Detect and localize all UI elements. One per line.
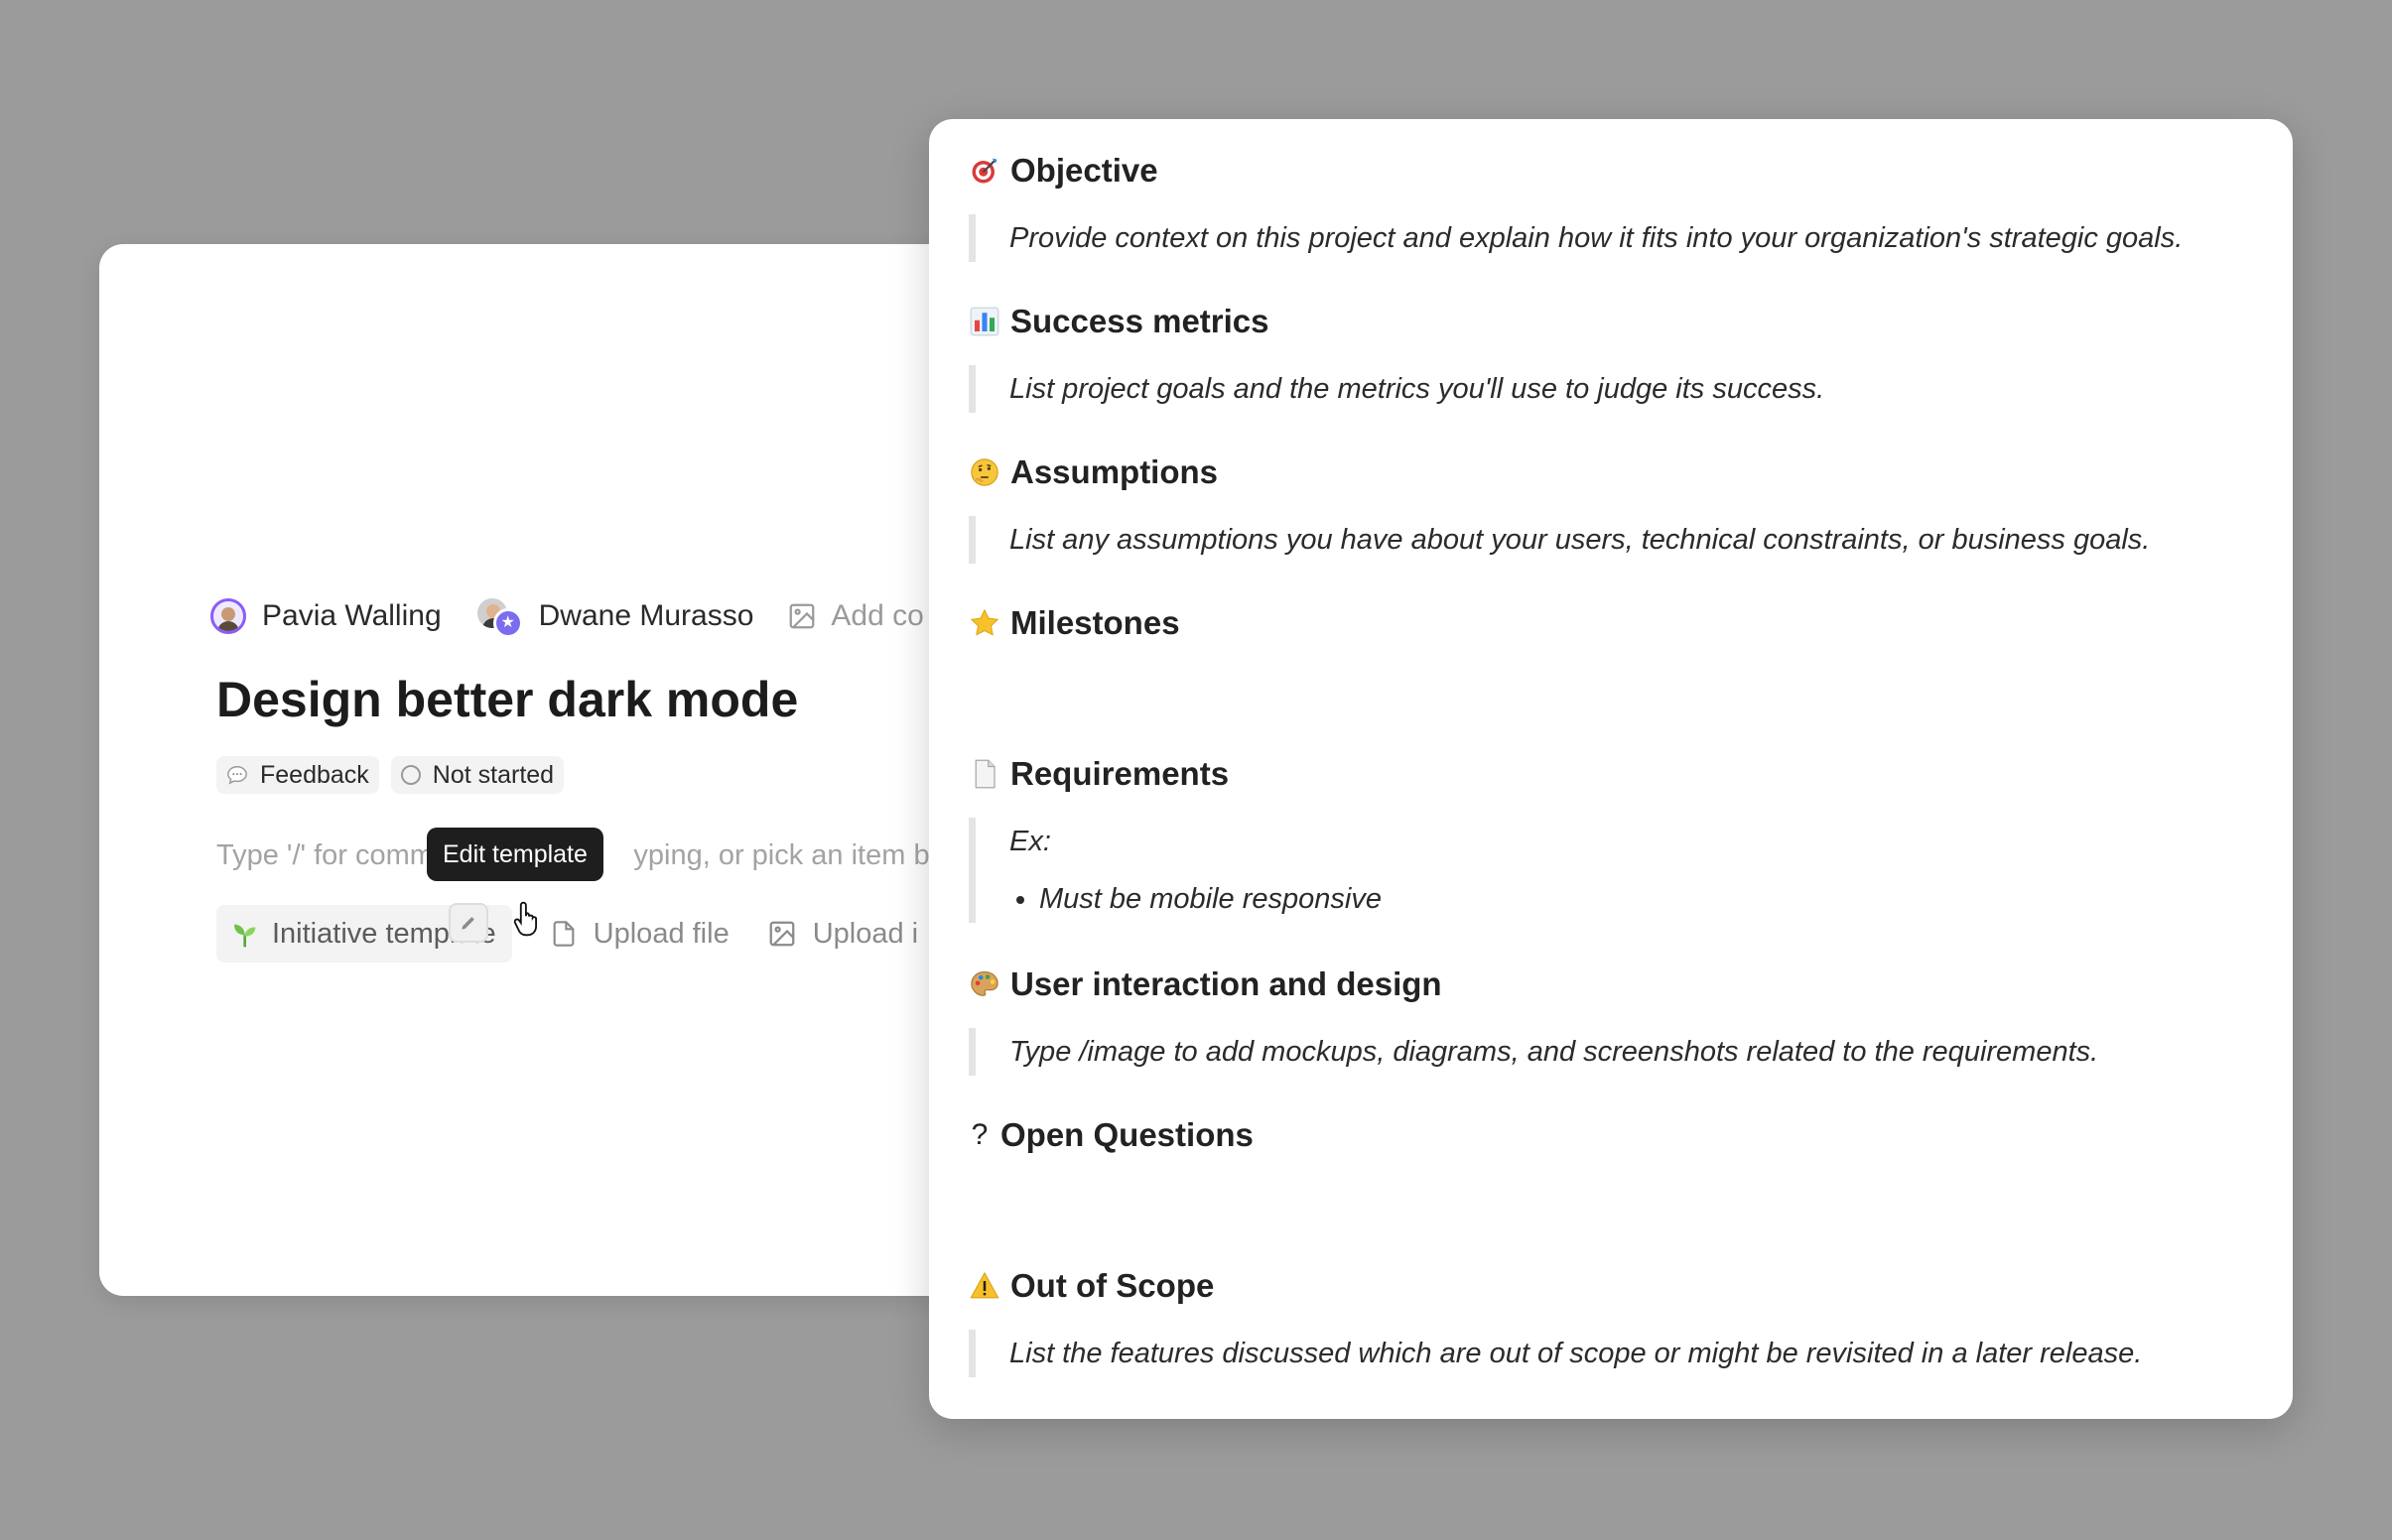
section-heading[interactable]: Objective bbox=[969, 141, 2253, 200]
section-success-metrics: Success metrics List project goals and t… bbox=[969, 292, 2253, 413]
page-icon bbox=[969, 758, 1000, 790]
section-heading[interactable]: ? Open Questions bbox=[969, 1105, 2253, 1165]
section-placeholder[interactable]: Ex: Must be mobile responsive bbox=[969, 818, 2253, 923]
upload-file-label: Upload file bbox=[593, 917, 730, 950]
target-icon bbox=[969, 155, 1000, 187]
section-milestones: Milestones bbox=[969, 593, 2253, 653]
bar-chart-icon bbox=[969, 306, 1000, 337]
image-icon bbox=[769, 921, 795, 947]
person-name: Dwane Murasso bbox=[538, 599, 754, 632]
page-title[interactable]: Design better dark mode bbox=[216, 671, 798, 728]
thinking-face-icon bbox=[969, 456, 1000, 488]
section-heading[interactable]: Out of Scope bbox=[969, 1256, 2253, 1316]
people-row: Pavia Walling ★ Dwane Murasso Add co bbox=[210, 593, 924, 639]
speech-bubble-icon bbox=[226, 764, 248, 786]
section-out-of-scope: Out of Scope List the features discussed… bbox=[969, 1256, 2253, 1377]
section-placeholder[interactable]: List the features discussed which are ou… bbox=[969, 1330, 2253, 1377]
section-user-interaction: User interaction and design Type /image … bbox=[969, 955, 2253, 1076]
edit-template-tooltip: Edit template bbox=[427, 828, 603, 881]
add-cover-label: Add co bbox=[831, 599, 924, 632]
list-item[interactable]: Must be mobile responsive bbox=[1039, 875, 2253, 923]
sprout-icon bbox=[230, 918, 262, 950]
issue-card: Pavia Walling ★ Dwane Murasso Add co Des… bbox=[99, 244, 993, 1296]
section-assumptions: Assumptions List any assumptions you hav… bbox=[969, 443, 2253, 564]
image-icon bbox=[790, 603, 815, 629]
status-chip[interactable]: Not started bbox=[390, 756, 565, 794]
template-actions: Initiative template Upload file Upload i bbox=[216, 905, 918, 962]
chip-label: Feedback bbox=[260, 760, 369, 789]
upload-image-button[interactable]: Upload i bbox=[767, 918, 918, 951]
hand-cursor-icon bbox=[513, 901, 538, 937]
upload-image-label: Upload i bbox=[812, 917, 919, 950]
section-heading[interactable]: Success metrics bbox=[969, 292, 2253, 351]
section-heading[interactable]: Requirements bbox=[969, 744, 2253, 804]
section-objective: Objective Provide context on this projec… bbox=[969, 141, 2253, 262]
circle-status-icon bbox=[400, 765, 421, 785]
person-dwane[interactable]: ★ Dwane Murasso bbox=[474, 596, 754, 638]
template-preview-card: Objective Provide context on this projec… bbox=[929, 119, 2293, 1419]
add-cover-button[interactable]: Add co bbox=[787, 599, 924, 633]
person-pavia[interactable]: Pavia Walling bbox=[210, 598, 442, 634]
section-requirements: Requirements Ex: Must be mobile responsi… bbox=[969, 744, 2253, 923]
warning-icon bbox=[969, 1270, 1000, 1302]
person-name: Pavia Walling bbox=[262, 599, 442, 632]
section-heading[interactable]: User interaction and design bbox=[969, 955, 2253, 1014]
edit-template-button[interactable] bbox=[449, 903, 488, 943]
example-label: Ex: bbox=[1009, 826, 1051, 857]
section-heading[interactable]: Milestones bbox=[969, 593, 2253, 653]
avatar: ★ bbox=[474, 596, 523, 638]
chip-label: Not started bbox=[432, 760, 555, 789]
section-placeholder[interactable]: List any assumptions you have about your… bbox=[969, 516, 2253, 564]
star-badge-icon: ★ bbox=[492, 608, 523, 638]
label-chip[interactable]: Feedback bbox=[216, 756, 379, 794]
file-icon bbox=[553, 921, 575, 947]
star-icon bbox=[969, 607, 1000, 639]
question-mark-icon: ? bbox=[971, 1118, 989, 1151]
avatar bbox=[210, 598, 246, 634]
upload-file-button[interactable]: Upload file bbox=[550, 918, 730, 951]
section-placeholder[interactable]: Type /image to add mockups, diagrams, an… bbox=[969, 1028, 2253, 1076]
property-chips: Feedback Not started bbox=[216, 756, 576, 794]
section-placeholder[interactable]: List project goals and the metrics you'l… bbox=[969, 365, 2253, 413]
requirement-list: Must be mobile responsive bbox=[1009, 875, 2253, 923]
pencil-icon bbox=[462, 917, 474, 930]
section-open-questions: ? Open Questions bbox=[969, 1105, 2253, 1165]
palette-icon bbox=[969, 968, 1000, 1000]
section-placeholder[interactable]: Provide context on this project and expl… bbox=[969, 214, 2253, 262]
section-heading[interactable]: Assumptions bbox=[969, 443, 2253, 502]
